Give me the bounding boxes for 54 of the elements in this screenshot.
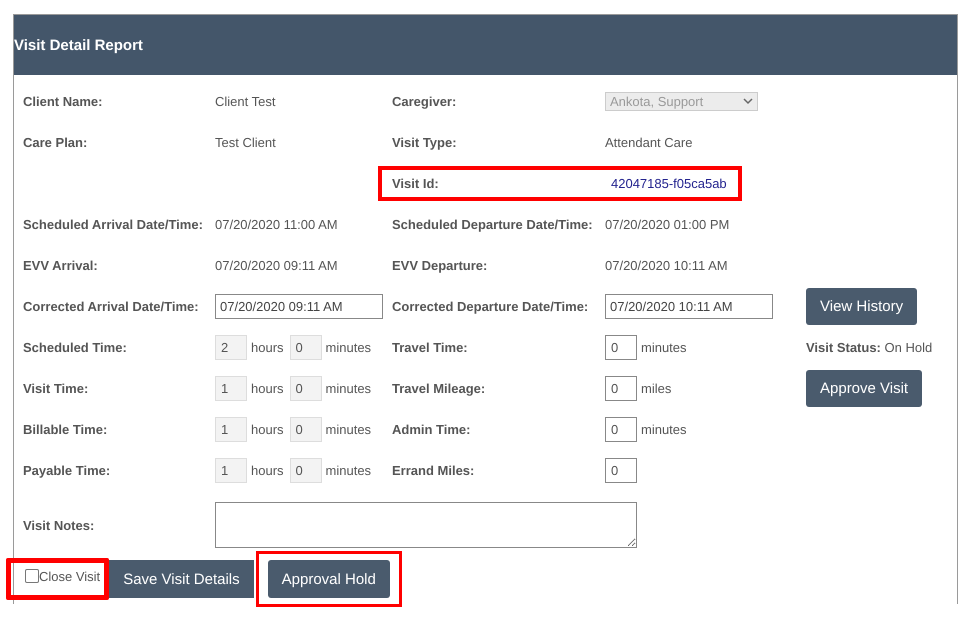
- number-field[interactable]: 0: [605, 335, 637, 360]
- unit-label: hours: [251, 381, 284, 396]
- unit-label: hours: [251, 340, 284, 355]
- field-label: Client Name:: [23, 94, 104, 109]
- unit-label: minutes: [641, 422, 687, 437]
- field-value: Client Test: [215, 94, 276, 108]
- field-label: Travel Time:: [392, 340, 469, 355]
- field-label: Caregiver:: [392, 94, 458, 109]
- field-label: EVV Departure:: [392, 258, 488, 273]
- unit-label: miles: [641, 381, 672, 396]
- number-field[interactable]: 0: [605, 376, 637, 401]
- action-button[interactable]: View History: [806, 288, 918, 325]
- field-label: Care Plan:: [23, 135, 88, 150]
- date-time-field[interactable]: 07/20/2020 10:11 AM: [605, 294, 773, 319]
- field-value: 07/20/2020 09:11 AM: [215, 258, 338, 272]
- chevron-down-icon: [743, 98, 753, 105]
- visit-status: Visit Status: On Hold: [806, 340, 934, 355]
- field-label: Scheduled Time:: [23, 340, 128, 355]
- field-label: Visit Type:: [392, 135, 458, 150]
- unit-label: hours: [251, 422, 284, 437]
- field-label: Billable Time:: [23, 422, 108, 437]
- number-field[interactable]: 0: [605, 417, 637, 442]
- field-value: 07/20/2020 10:11 AM: [605, 258, 728, 272]
- field-label: Scheduled Departure Date/Time:: [392, 217, 594, 232]
- unit-label: minutes: [326, 422, 372, 437]
- field-label: Corrected Departure Date/Time:: [392, 299, 590, 314]
- field-value: 07/20/2020 11:00 AM: [215, 216, 338, 232]
- field-label: Errand Miles:: [392, 463, 476, 478]
- field-label: Corrected Arrival Date/Time:: [23, 299, 200, 314]
- field-label: Scheduled Arrival Date/Time:: [23, 217, 204, 232]
- close-visit-checkbox[interactable]: Close Visit: [6, 558, 110, 600]
- field-value: Attendant Care: [605, 134, 692, 150]
- save-button[interactable]: Save Visit Details: [109, 560, 254, 598]
- number-field[interactable]: 0: [605, 458, 637, 483]
- field-label: EVV Arrival:: [23, 258, 99, 273]
- approval-hold-button[interactable]: Approval Hold: [268, 560, 390, 598]
- date-time-field[interactable]: 07/20/2020 09:11 AM: [215, 294, 383, 319]
- action-button[interactable]: Approve Visit: [806, 370, 922, 407]
- unit-label: minutes: [326, 381, 372, 396]
- field-value: 07/20/2020 01:00 PM: [605, 216, 730, 232]
- visit-id-link[interactable]: 42047185-f05ca5ab: [611, 176, 727, 190]
- field-label: Travel Mileage:: [392, 381, 486, 396]
- unit-label: hours: [251, 463, 284, 478]
- unit-label: minutes: [326, 340, 372, 355]
- field-label: Payable Time:: [23, 463, 112, 478]
- report-title: Visit Detail Report: [14, 36, 143, 54]
- unit-label: minutes: [326, 463, 372, 478]
- field-label: Visit Notes:: [23, 518, 96, 532]
- unit-label: minutes: [641, 340, 687, 355]
- notes-field[interactable]: [215, 502, 637, 548]
- field-label: Visit Id:: [392, 176, 440, 191]
- field-label: Admin Time:: [392, 422, 472, 437]
- field-value: Test Client: [215, 134, 276, 150]
- field-label: Visit Time:: [23, 381, 90, 396]
